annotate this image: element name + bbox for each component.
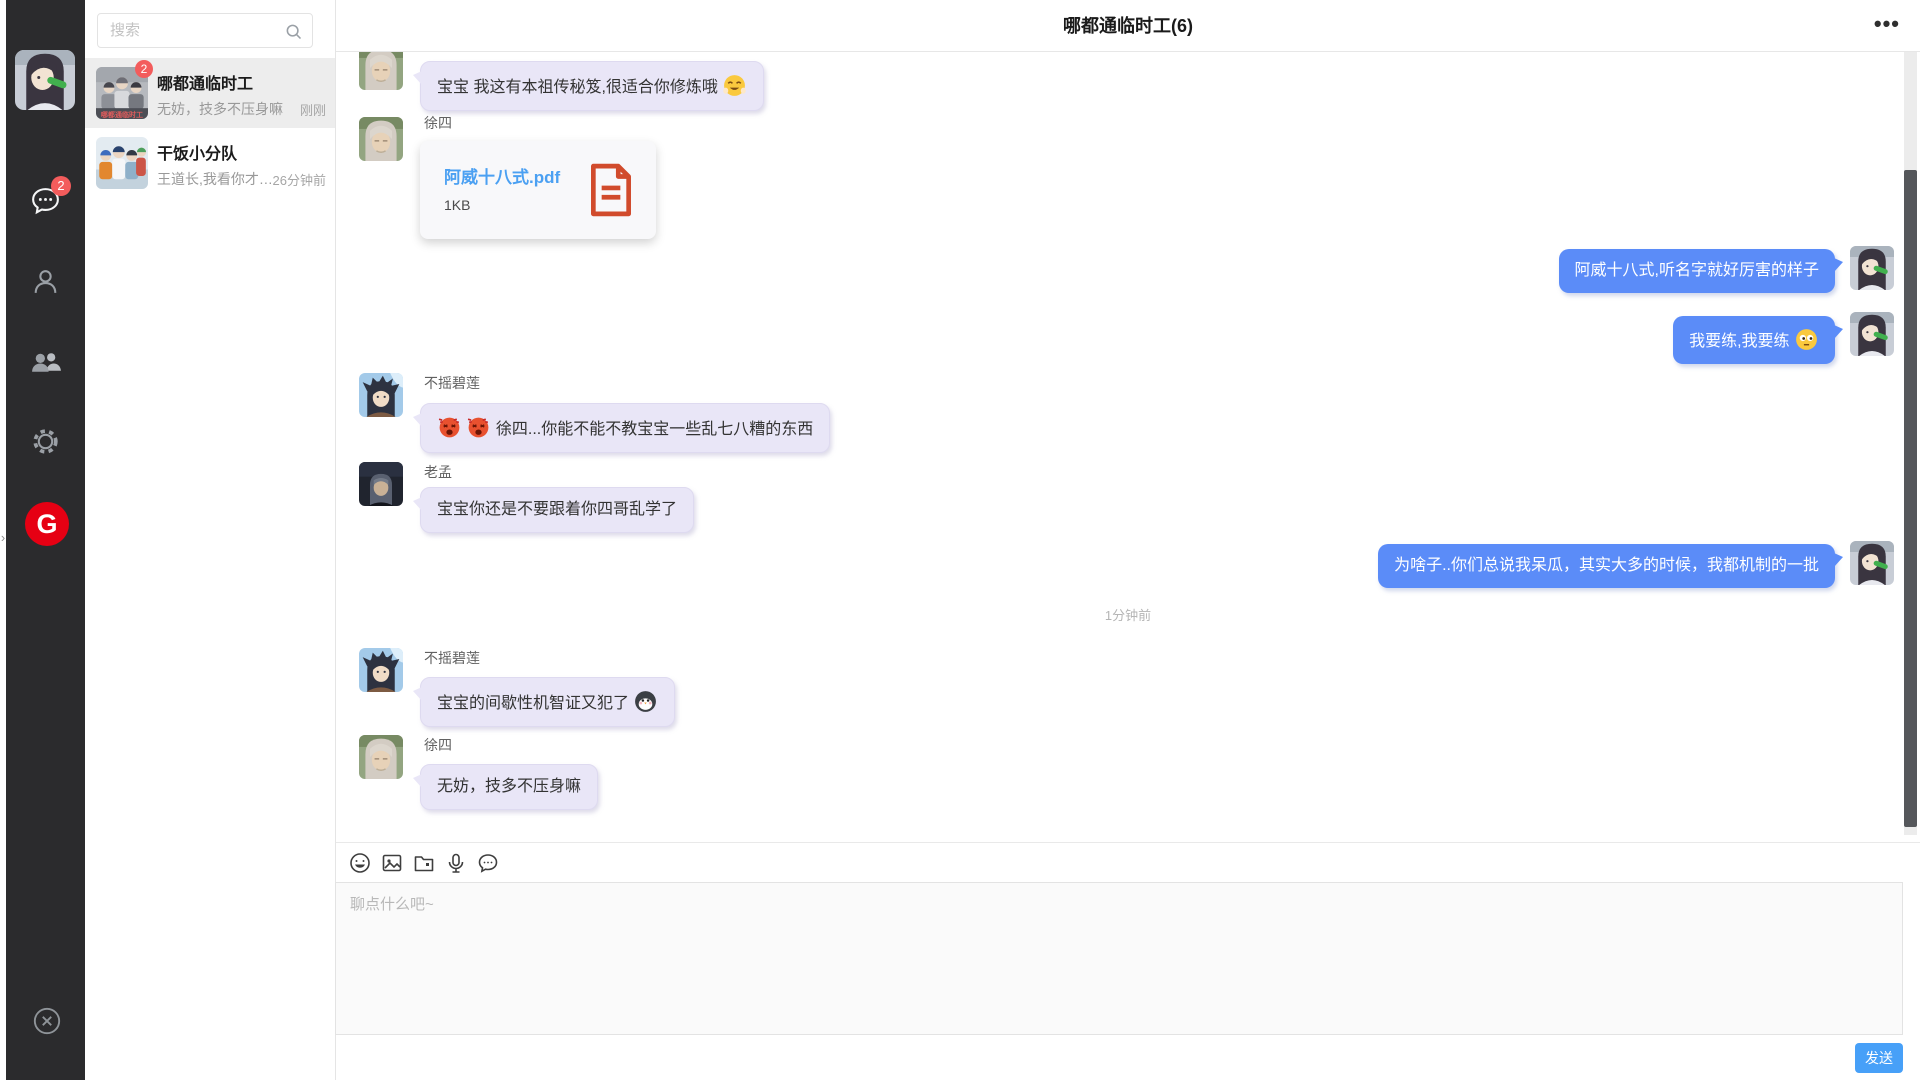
penguin-emoji-icon [633, 689, 658, 714]
message-bubble[interactable]: 为啥子..你们总说我呆瓜，其实大多的时候，我都机制的一批 [1378, 544, 1835, 588]
message-bubble[interactable]: 阿威十八式,听名字就好厉害的样子 [1559, 249, 1835, 293]
search-input[interactable] [98, 14, 312, 47]
message-text: 为啥子..你们总说我呆瓜，其实大多的时候，我都机制的一批 [1394, 557, 1819, 574]
chat-list-item[interactable]: 干饭小分队 王道长,我看你才… 26分钟前 [85, 128, 335, 198]
avatar-self[interactable] [1850, 312, 1894, 356]
angry-emoji-icon [437, 415, 462, 440]
chat-time: 刚刚 [300, 100, 326, 119]
message-bubble[interactable]: 无妨，技多不压身嘛 [420, 764, 598, 810]
avatar[interactable] [359, 735, 403, 779]
message-text: 阿威十八式,听名字就好厉害的样子 [1575, 262, 1819, 279]
unread-badge: 2 [135, 60, 153, 78]
angry-emoji-icon [466, 415, 491, 440]
avatar-self[interactable] [1850, 246, 1894, 290]
message-list: 宝宝 我这有本祖传秘笈,很适合你修炼哦 徐四 阿威十八式.pdf 1KB 阿威十… [336, 52, 1920, 842]
flushed-emoji-icon [1794, 327, 1819, 352]
sidebar: 2 G [6, 0, 85, 1080]
search-box [97, 13, 313, 48]
scrollbar-thumb[interactable] [1904, 170, 1917, 827]
message-sender: 不摇碧莲 [424, 649, 480, 667]
message-bubble[interactable]: 宝宝 我这有本祖传秘笈,很适合你修炼哦 [420, 61, 764, 111]
message-sender: 不摇碧莲 [424, 374, 480, 392]
message-bubble[interactable]: 宝宝的间歇性机智证又犯了 [420, 677, 675, 727]
chat-preview: 无妨，技多不压身嘛 [157, 99, 283, 119]
unread-badge: 2 [51, 176, 71, 196]
file-attachment[interactable]: 阿威十八式.pdf 1KB [420, 141, 656, 239]
message-text: 宝宝你还是不要跟着你四哥乱学了 [437, 501, 677, 518]
settings-gear-icon[interactable] [29, 425, 62, 458]
message-sender: 老孟 [424, 463, 452, 481]
microphone-icon[interactable] [444, 851, 468, 875]
time-divider: 1分钟前 [336, 605, 1920, 624]
message-bubble[interactable]: 我要练,我要练 [1673, 316, 1835, 364]
chat-list-panel: 2 哪都通临时工 无妨，技多不压身嘛 刚刚 干饭小分队 王道长,我看你才… 26… [85, 0, 336, 1080]
message-bubble[interactable]: 徐四...你能不能不教宝宝一些乱七八糟的东西 [420, 403, 830, 453]
group-avatar [96, 137, 148, 189]
app-logo[interactable]: G [25, 502, 69, 546]
message-input[interactable] [336, 883, 1902, 1034]
message-text: 宝宝的间歇性机智证又犯了 [437, 695, 629, 712]
file-size: 1KB [444, 197, 470, 213]
chat-list-item-selected[interactable]: 2 哪都通临时工 无妨，技多不压身嘛 刚刚 [85, 58, 335, 128]
send-bar: 发送 [336, 1035, 1920, 1080]
avatar-self[interactable] [1850, 541, 1894, 585]
chat-name: 干饭小分队 [157, 140, 237, 164]
message-text: 徐四...你能不能不教宝宝一些乱七八糟的东西 [496, 421, 813, 438]
send-button[interactable]: 发送 [1855, 1043, 1903, 1073]
contacts-icon[interactable] [29, 265, 62, 298]
message-sender: 徐四 [424, 114, 452, 132]
chat-preview: 王道长,我看你才… [157, 169, 273, 189]
group-chat-icon[interactable] [29, 346, 62, 379]
avatar[interactable] [359, 373, 403, 417]
chat-app-window: › 2 G 2 哪都通临 [0, 0, 1920, 1080]
message-text: 宝宝 我这有本祖传秘笈,很适合你修炼哦 [437, 79, 718, 96]
pdf-icon [588, 163, 634, 217]
conversation-panel: 哪都通临时工(6) ••• 宝宝 我这有本祖传秘笈,很适合你修炼哦 徐四 阿威十… [336, 0, 1920, 1080]
avatar[interactable] [359, 52, 403, 90]
hug-emoji-icon [722, 73, 747, 98]
message-bubble[interactable]: 宝宝你还是不要跟着你四哥乱学了 [420, 487, 694, 533]
avatar[interactable] [359, 648, 403, 692]
emoji-icon[interactable] [348, 851, 372, 875]
message-text: 我要练,我要练 [1689, 333, 1789, 350]
message-bubble-icon[interactable] [476, 851, 500, 875]
message-text: 无妨，技多不压身嘛 [437, 778, 581, 795]
close-icon[interactable] [32, 1006, 62, 1036]
avatar[interactable] [359, 462, 403, 506]
user-avatar[interactable] [15, 50, 75, 110]
chat-name: 哪都通临时工 [157, 70, 253, 94]
scrollbar-track[interactable] [1904, 52, 1917, 835]
message-sender: 徐四 [424, 736, 452, 754]
search-icon[interactable] [283, 21, 304, 42]
conversation-title: 哪都通临时工(6) [336, 0, 1920, 52]
file-name[interactable]: 阿威十八式.pdf [444, 163, 560, 188]
folder-icon[interactable] [412, 851, 436, 875]
avatar[interactable] [359, 117, 403, 161]
conversation-header: 哪都通临时工(6) ••• [336, 0, 1920, 52]
more-options-icon[interactable]: ••• [1874, 0, 1900, 52]
composer-toolbar [336, 842, 1920, 882]
message-input-area [335, 882, 1903, 1035]
chat-time: 26分钟前 [273, 170, 326, 189]
image-icon[interactable] [380, 851, 404, 875]
